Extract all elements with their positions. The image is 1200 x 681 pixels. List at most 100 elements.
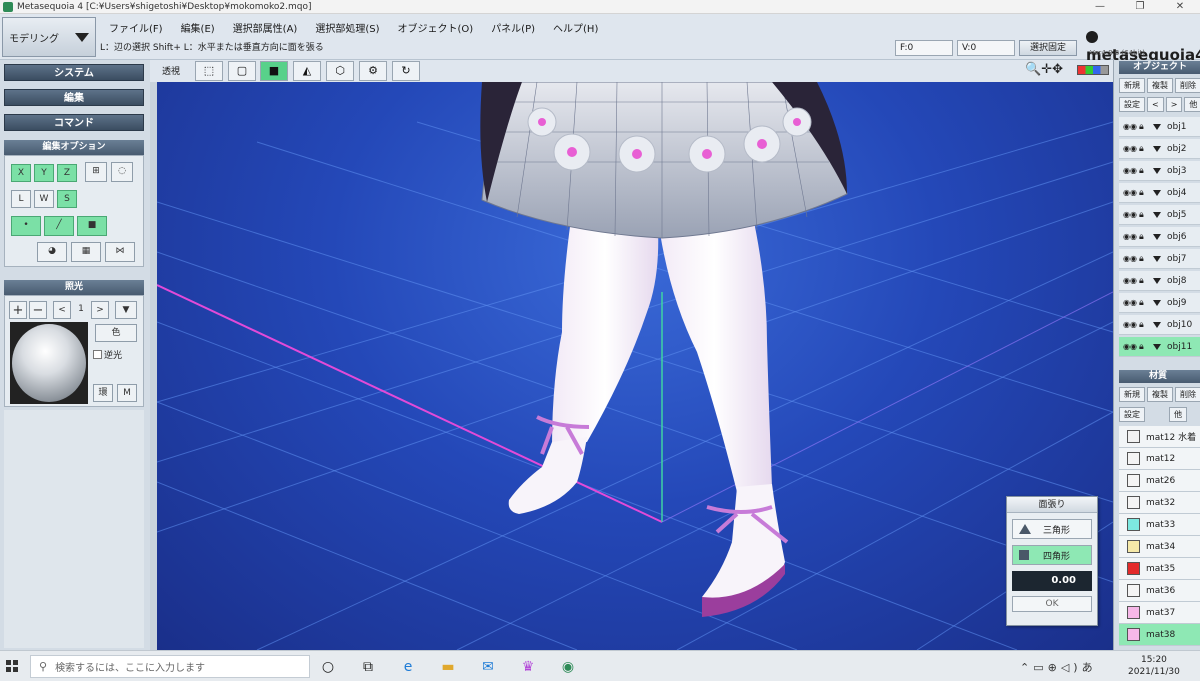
- settings-gear-icon[interactable]: ⚙: [359, 61, 387, 81]
- new-material-button[interactable]: 新規: [1119, 387, 1145, 402]
- object-row[interactable]: ◉◉ 🔒︎ obj11: [1119, 337, 1200, 357]
- visibility-eye-icon[interactable]: ◉◉: [1123, 298, 1139, 307]
- clock[interactable]: 15:20 2021/11/30: [1128, 654, 1180, 678]
- delete-material-button[interactable]: 削除: [1175, 387, 1200, 402]
- object-row[interactable]: ◉◉ 🔒︎ obj4: [1119, 183, 1200, 203]
- taskbar-search-input[interactable]: ⚲ 検索するには、ここに入力します: [30, 655, 310, 678]
- lock-icon[interactable]: 🔒︎: [1139, 188, 1151, 198]
- system-button[interactable]: システム: [4, 64, 144, 81]
- lock-icon[interactable]: 🔒︎: [1139, 210, 1151, 220]
- material-swatch[interactable]: [1127, 496, 1140, 509]
- material-swatch[interactable]: [1127, 606, 1140, 619]
- grid-icon[interactable]: ▦: [71, 242, 101, 262]
- object-row[interactable]: ◉◉ 🔒︎ obj2: [1119, 139, 1200, 159]
- chevron-down-icon[interactable]: [1153, 321, 1161, 328]
- material-row[interactable]: mat33: [1119, 514, 1200, 536]
- ok-button[interactable]: OK: [1012, 596, 1092, 612]
- light-color-button[interactable]: 色: [95, 324, 137, 342]
- menu-file[interactable]: ファイル(F): [100, 18, 172, 37]
- lock-icon[interactable]: 🔒︎: [1139, 144, 1151, 154]
- frame-icon[interactable]: ▢: [228, 61, 256, 81]
- visibility-eye-icon[interactable]: ◉◉: [1123, 122, 1139, 131]
- light-preview-sphere[interactable]: [10, 322, 88, 404]
- chevron-down-icon[interactable]: [1153, 211, 1161, 218]
- object-row[interactable]: ◉◉ 🔒︎ obj3: [1119, 161, 1200, 181]
- paint-app-icon[interactable]: ♛: [518, 657, 538, 677]
- visibility-eye-icon[interactable]: ◉◉: [1123, 342, 1139, 351]
- lock-icon[interactable]: 🔒︎: [1139, 298, 1151, 308]
- visibility-eye-icon[interactable]: ◉◉: [1123, 276, 1139, 285]
- material-swatch[interactable]: [1127, 584, 1140, 597]
- chevron-down-icon[interactable]: [1153, 255, 1161, 262]
- chevron-down-icon[interactable]: [1153, 277, 1161, 284]
- visibility-eye-icon[interactable]: ◉◉: [1123, 166, 1139, 175]
- symmetry-icon[interactable]: ⋈: [105, 242, 135, 262]
- material-row[interactable]: mat12: [1119, 448, 1200, 470]
- visibility-eye-icon[interactable]: ◉◉: [1123, 254, 1139, 263]
- object-row[interactable]: ◉◉ 🔒︎ obj1: [1119, 117, 1200, 137]
- axis-z-toggle[interactable]: Z: [57, 164, 77, 182]
- menu-panel[interactable]: パネル(P): [482, 18, 544, 37]
- object-row[interactable]: ◉◉ 🔒︎ obj10: [1119, 315, 1200, 335]
- material-row[interactable]: mat34: [1119, 536, 1200, 558]
- perspective-icon[interactable]: ◭: [293, 61, 321, 81]
- object-row[interactable]: ◉◉ 🔒︎ obj6: [1119, 227, 1200, 247]
- chevron-down-icon[interactable]: [1153, 167, 1161, 174]
- visibility-eye-icon[interactable]: ◉◉: [1123, 144, 1139, 153]
- remove-light-icon[interactable]: −: [29, 301, 47, 319]
- chevron-down-icon[interactable]: [1153, 145, 1161, 152]
- material-swatch[interactable]: [1127, 474, 1140, 487]
- visibility-eye-icon[interactable]: ◉◉: [1123, 210, 1139, 219]
- m-button[interactable]: M: [117, 384, 137, 402]
- material-row[interactable]: mat35: [1119, 558, 1200, 580]
- chevron-down-icon[interactable]: [1153, 299, 1161, 306]
- triangle-option[interactable]: 三角形: [1012, 519, 1092, 539]
- task-view-icon[interactable]: ⧉: [358, 657, 378, 677]
- lock-icon[interactable]: 🔒︎: [1139, 276, 1151, 286]
- material-swatch[interactable]: [1127, 562, 1140, 575]
- new-object-button[interactable]: 新規: [1119, 78, 1145, 93]
- material-swatch[interactable]: [1127, 518, 1140, 531]
- backlight-checkbox[interactable]: 逆光: [93, 348, 122, 361]
- delete-object-button[interactable]: 削除: [1175, 78, 1200, 93]
- menu-selection-attr[interactable]: 選択部属性(A): [224, 18, 307, 37]
- select-rect-icon[interactable]: ⬚: [195, 61, 223, 81]
- screen-toggle[interactable]: S: [57, 190, 77, 208]
- chevron-down-icon[interactable]: [1153, 343, 1161, 350]
- lock-selection-button[interactable]: 選択固定: [1019, 40, 1077, 56]
- material-row[interactable]: mat37: [1119, 602, 1200, 624]
- axis-y-toggle[interactable]: Y: [34, 164, 54, 182]
- object-row[interactable]: ◉◉ 🔒︎ obj5: [1119, 205, 1200, 225]
- cube-view-icon[interactable]: ⬡: [326, 61, 354, 81]
- menu-object[interactable]: オブジェクト(O): [389, 18, 483, 37]
- lock-icon[interactable]: 🔒︎: [1139, 166, 1151, 176]
- axis-x-toggle[interactable]: X: [11, 164, 31, 182]
- edit-button[interactable]: 編集: [4, 89, 144, 106]
- material-settings-button[interactable]: 設定: [1119, 407, 1145, 422]
- chevron-down-icon[interactable]: [1153, 233, 1161, 240]
- menu-selection-process[interactable]: 選択部処理(S): [306, 18, 388, 37]
- lock-icon[interactable]: 🔒︎: [1139, 122, 1151, 132]
- lock-icon[interactable]: 🔒︎: [1139, 232, 1151, 242]
- metasequoia-app-icon[interactable]: ◉: [558, 657, 578, 677]
- env-button[interactable]: 環: [93, 384, 113, 402]
- mail-icon[interactable]: ✉: [478, 657, 498, 677]
- lock-icon[interactable]: 🔒︎: [1139, 254, 1151, 264]
- lock-icon[interactable]: 🔒︎: [1139, 342, 1151, 352]
- maximize-icon[interactable]: ❐: [1120, 1, 1160, 12]
- copy-material-button[interactable]: 複製: [1147, 387, 1173, 402]
- material-swatch[interactable]: [1127, 430, 1140, 443]
- quad-option[interactable]: 四角形: [1012, 545, 1092, 565]
- zoom-move-icon[interactable]: 🔍✛✥: [1025, 62, 1063, 77]
- copy-object-button[interactable]: 複製: [1147, 78, 1173, 93]
- pie-icon[interactable]: ◕: [37, 242, 67, 262]
- material-row[interactable]: mat38: [1119, 624, 1200, 646]
- color-bar-icon[interactable]: [1077, 65, 1109, 75]
- edge-select-icon[interactable]: ╱: [44, 216, 74, 236]
- object-row[interactable]: ◉◉ 🔒︎ obj7: [1119, 249, 1200, 269]
- next-light-icon[interactable]: >: [91, 301, 109, 319]
- add-box-icon[interactable]: ⊞: [85, 162, 107, 182]
- material-other-button[interactable]: 他: [1169, 407, 1187, 422]
- menu-help[interactable]: ヘルプ(H): [544, 18, 607, 37]
- face-select-icon[interactable]: ■: [77, 216, 107, 236]
